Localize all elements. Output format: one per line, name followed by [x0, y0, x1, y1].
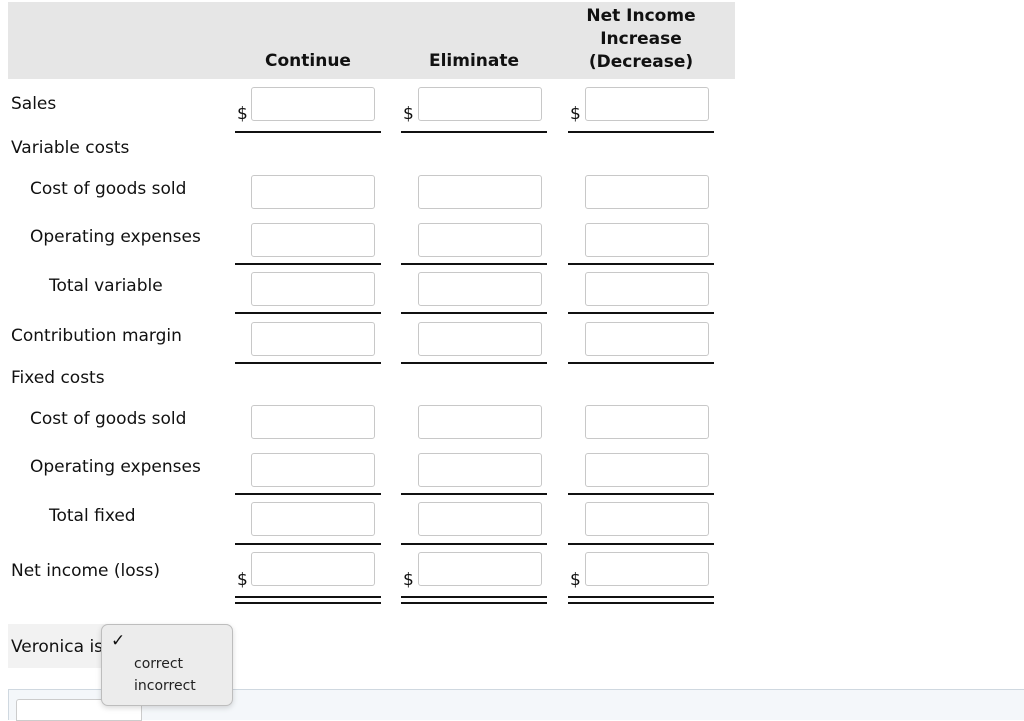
underline [568, 312, 714, 314]
fix-opex-net-input[interactable] [585, 453, 709, 487]
underline [235, 543, 381, 545]
underline [568, 362, 714, 364]
column-header-net-line1: Net Income [586, 6, 696, 26]
row-label-variable-costs: Variable costs [11, 138, 130, 158]
row-label-fixed-costs: Fixed costs [11, 368, 105, 388]
row-label-total-fixed: Total fixed [49, 506, 136, 526]
row-label-fix-opex: Operating expenses [30, 457, 201, 477]
underline [401, 362, 547, 364]
underline [568, 543, 714, 545]
underline [401, 543, 547, 545]
var-opex-continue-input[interactable] [251, 223, 375, 257]
dropdown-option-incorrect[interactable]: incorrect [134, 678, 196, 694]
dollar-sign: $ [570, 104, 581, 124]
contribution-margin-eliminate-input[interactable] [418, 322, 542, 356]
row-label-total-variable: Total variable [49, 276, 163, 296]
sales-net-input[interactable] [585, 87, 709, 121]
column-header-continue: Continue [265, 51, 351, 71]
underline [568, 493, 714, 495]
var-cogs-eliminate-input[interactable] [418, 175, 542, 209]
contribution-margin-continue-input[interactable] [251, 322, 375, 356]
fix-cogs-eliminate-input[interactable] [418, 405, 542, 439]
dollar-sign: $ [403, 104, 414, 124]
column-header-net-line3: (Decrease) [588, 52, 694, 72]
dollar-sign: $ [403, 570, 414, 590]
total-variable-continue-input[interactable] [251, 272, 375, 306]
conclusion-label: Veronica is [11, 637, 104, 657]
total-variable-eliminate-input[interactable] [418, 272, 542, 306]
underline [401, 263, 547, 265]
contribution-margin-net-input[interactable] [585, 322, 709, 356]
underline [235, 362, 381, 364]
row-label-contribution-margin: Contribution margin [11, 326, 182, 346]
var-cogs-net-input[interactable] [585, 175, 709, 209]
row-label-sales: Sales [11, 94, 57, 114]
sales-eliminate-input[interactable] [418, 87, 542, 121]
conclusion-dropdown-menu[interactable]: ✓ correct incorrect [101, 624, 233, 706]
dollar-sign: $ [570, 570, 581, 590]
fix-cogs-continue-input[interactable] [251, 405, 375, 439]
double-underline [401, 596, 547, 604]
row-label-var-opex: Operating expenses [30, 227, 201, 247]
var-cogs-continue-input[interactable] [251, 175, 375, 209]
column-header-net-line2: Increase [600, 29, 682, 49]
underline [401, 312, 547, 314]
row-label-var-cogs: Cost of goods sold [30, 179, 187, 199]
var-opex-eliminate-input[interactable] [418, 223, 542, 257]
underline [235, 493, 381, 495]
fix-opex-continue-input[interactable] [251, 453, 375, 487]
dollar-sign: $ [237, 104, 248, 124]
underline [235, 263, 381, 265]
underline [235, 312, 381, 314]
var-opex-net-input[interactable] [585, 223, 709, 257]
net-income-net-input[interactable] [585, 552, 709, 586]
net-income-continue-input[interactable] [251, 552, 375, 586]
underline [568, 131, 714, 133]
total-variable-net-input[interactable] [585, 272, 709, 306]
row-label-fix-cogs: Cost of goods sold [30, 409, 187, 429]
total-fixed-eliminate-input[interactable] [418, 502, 542, 536]
underline [235, 131, 381, 133]
total-fixed-net-input[interactable] [585, 502, 709, 536]
row-label-net-income: Net income (loss) [11, 561, 161, 581]
column-header-eliminate: Eliminate [428, 51, 520, 71]
double-underline [235, 596, 381, 604]
checkmark-icon: ✓ [111, 631, 126, 651]
double-underline [568, 596, 714, 604]
total-fixed-continue-input[interactable] [251, 502, 375, 536]
underline [568, 263, 714, 265]
dropdown-option-correct[interactable]: correct [134, 656, 183, 672]
fix-opex-eliminate-input[interactable] [418, 453, 542, 487]
net-income-eliminate-input[interactable] [418, 552, 542, 586]
dollar-sign: $ [237, 570, 248, 590]
column-header-net-income: Net Income Increase (Decrease) [568, 5, 714, 74]
sales-continue-input[interactable] [251, 87, 375, 121]
underline [401, 493, 547, 495]
fix-cogs-net-input[interactable] [585, 405, 709, 439]
underline [401, 131, 547, 133]
